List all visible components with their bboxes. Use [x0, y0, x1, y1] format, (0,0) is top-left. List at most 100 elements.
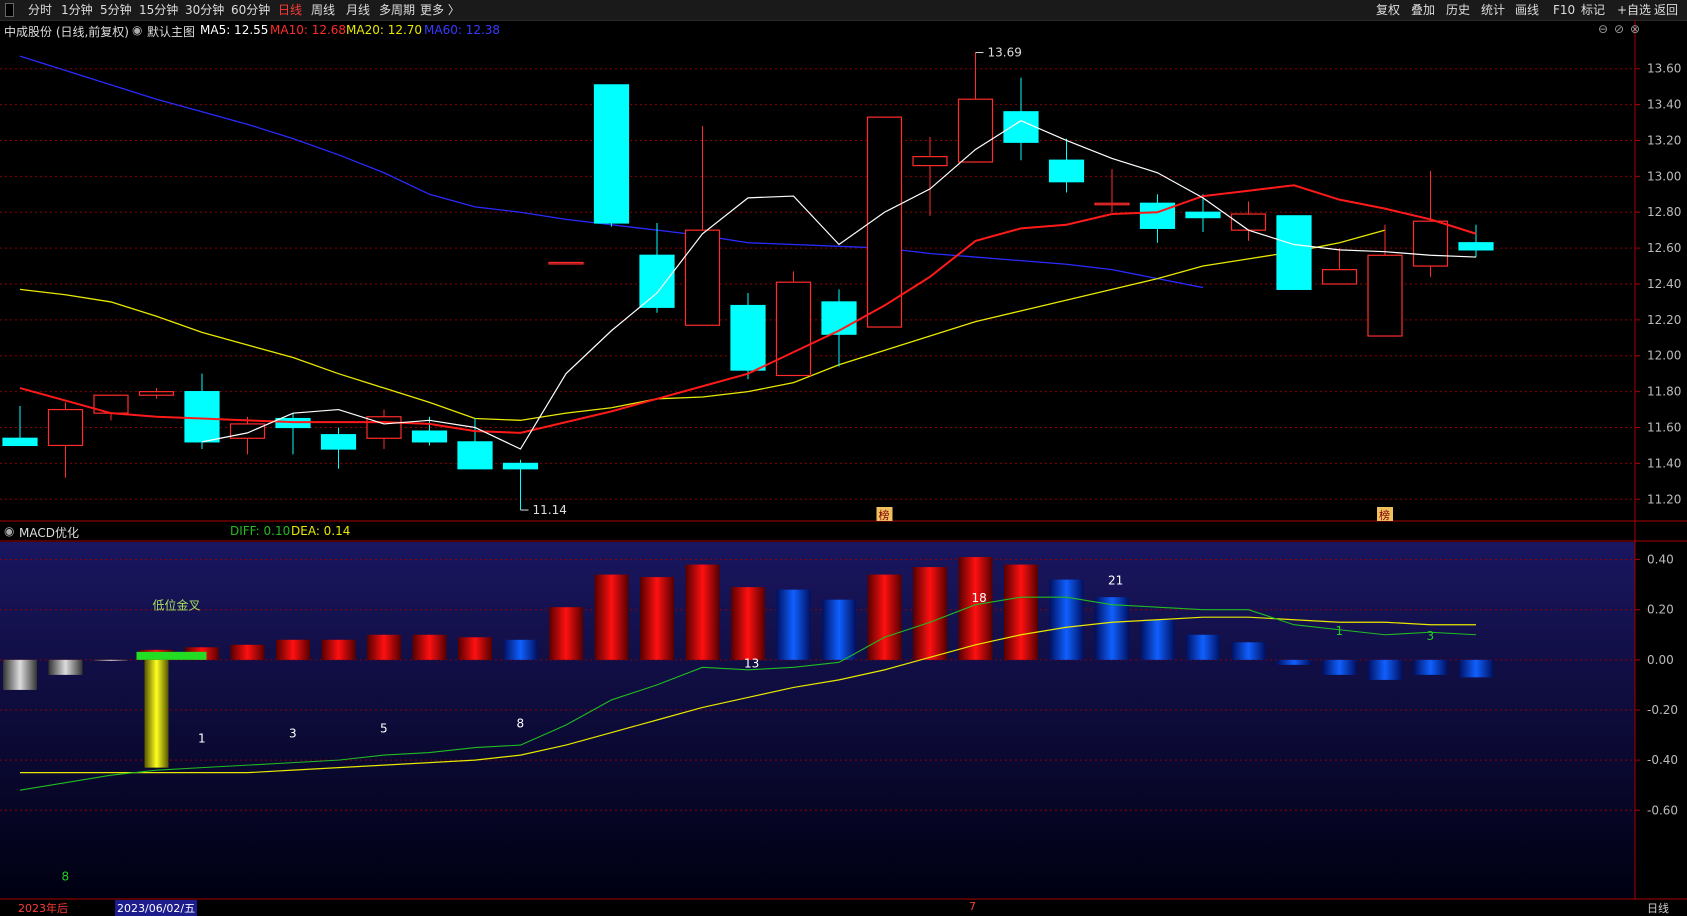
macd-histogram-bar	[3, 659, 37, 690]
macd-tick-label: -0.20	[1647, 703, 1678, 717]
month-mark: 7	[969, 900, 976, 913]
macd-tick-label: 0.00	[1647, 653, 1674, 667]
toolbar-right-7: +自选	[1617, 3, 1651, 17]
candle	[275, 413, 311, 455]
macd-count-label: 3	[1427, 629, 1435, 643]
candle	[1139, 194, 1176, 243]
macd-histogram-bar	[1459, 659, 1493, 678]
toolbar-tab-7: 周线	[311, 3, 335, 17]
macd-histogram-bar	[867, 574, 902, 660]
candle-body	[1094, 202, 1130, 206]
macd-histogram-bar	[503, 639, 538, 660]
ma20-label: MA20: 12.70	[346, 23, 423, 37]
macd-count-label: 18	[972, 591, 987, 605]
price-tick-label: 12.40	[1647, 277, 1681, 291]
stock-title[interactable]: 中成股份 (日线,前复权)	[4, 23, 129, 40]
macd-histogram-bar	[822, 599, 856, 660]
macd-histogram-bar	[276, 639, 310, 660]
toolbar-tab-3: 15分钟	[139, 2, 178, 17]
candle-body	[1321, 269, 1358, 285]
macd-count-label: 21	[1108, 574, 1123, 588]
candle-body	[548, 261, 584, 265]
macd-histogram-bar	[1140, 619, 1175, 660]
bottom-date-bar: 2023年后 2023/06/02/五 7 日线	[0, 900, 1687, 916]
candle	[2, 405, 38, 447]
macd-histogram-bar	[776, 589, 811, 660]
candle-body	[502, 462, 539, 470]
price-tick-label: 13.20	[1647, 133, 1681, 147]
candle-body	[320, 434, 357, 450]
candle	[775, 271, 812, 377]
macd-histogram-bar	[913, 567, 947, 660]
candle-body	[957, 98, 994, 163]
toolbar-tab-1: 1分钟	[61, 2, 93, 17]
price-tick-label: 11.60	[1647, 421, 1681, 435]
dea-label: DEA: 0.14	[291, 524, 351, 538]
candle	[1094, 169, 1130, 213]
candle	[93, 394, 129, 421]
macd-histogram-bar	[458, 637, 492, 660]
close-icon[interactable]: ⊗	[1630, 22, 1640, 36]
toolbar-tab-6: 日线	[278, 3, 302, 17]
template-label[interactable]: 默认主图	[147, 23, 195, 40]
macd-histogram-bar	[94, 659, 128, 661]
macd-count-label: 13	[744, 656, 759, 670]
macd-count-label: 低位金叉	[153, 598, 201, 613]
toolbar-right-2: 历史	[1446, 3, 1470, 17]
macd-histogram-bar	[1095, 597, 1129, 660]
event-marker: 榜	[879, 508, 890, 522]
candle-body	[1412, 220, 1449, 267]
macd-count-label: 1	[198, 732, 206, 746]
toolbar-right-8: 返回	[1654, 3, 1678, 17]
macd-count-label: 3	[289, 727, 297, 741]
ma10-label: MA10: 12.68	[270, 23, 347, 37]
macd-histogram-bar	[640, 577, 674, 660]
candle	[1003, 77, 1039, 161]
low-price-annotation: 11.14	[533, 503, 567, 517]
toolbar-right-1: 叠加	[1411, 3, 1435, 17]
macd-histogram-bar	[367, 634, 401, 660]
macd-histogram-bar	[1413, 659, 1448, 675]
macd-title[interactable]: MACD优化	[19, 524, 79, 541]
candle-body	[2, 437, 38, 447]
chart-canvas: 分时 1分钟 5分钟 15分钟 30分钟 60分钟 日线 周线 月线 多周期 更多 〉 复权 叠加 历史统…	[0, 2, 1687, 900]
candle	[548, 261, 584, 265]
candle-body	[411, 430, 448, 443]
golden-cross-bar	[144, 659, 169, 768]
candle-body	[1003, 111, 1039, 143]
price-tick-label: 11.20	[1647, 492, 1681, 506]
price-tick-label: 13.60	[1647, 62, 1681, 76]
main-chart-info-bar: 中成股份 (日线,前复权) ◉ 默认主图 MA5: 12.55 MA10: 12…	[0, 21, 1630, 39]
macd-tick-label: -0.40	[1647, 753, 1678, 767]
candle-body	[639, 254, 675, 308]
ma60-label: MA60: 12.38	[424, 23, 501, 37]
price-tick-label: 12.20	[1647, 313, 1681, 327]
toolbar-right-4: 画线	[1515, 3, 1539, 17]
candle-body	[866, 116, 903, 328]
macd-histogram-bar	[1049, 579, 1084, 660]
toolbar-tab-8: 月线	[346, 3, 370, 17]
ma5-label: MA5: 12.55	[200, 23, 269, 37]
macd-histogram-bar	[685, 564, 720, 660]
macd-tick-label: 0.40	[1647, 553, 1674, 567]
candle	[138, 388, 175, 399]
restore-icon[interactable]: ⊘	[1614, 22, 1624, 36]
candle-body	[1185, 211, 1221, 219]
candle-body	[821, 301, 857, 335]
macd-histogram-bar	[48, 659, 83, 675]
macd-tick-label: -0.60	[1647, 803, 1678, 817]
toolbar-tab-2: 5分钟	[100, 2, 132, 17]
macd-histogram-bar	[731, 587, 765, 660]
candle	[1276, 215, 1312, 290]
price-tick-label: 12.60	[1647, 241, 1681, 255]
macd-histogram-bar	[321, 639, 356, 660]
minimize-icon[interactable]: ⊖	[1598, 22, 1608, 36]
template-dot-icon: ◉	[132, 23, 143, 37]
event-marker: 榜	[1379, 508, 1390, 522]
macd-histogram-bar	[594, 574, 629, 660]
macd-histogram-bar	[1004, 564, 1038, 660]
candle-body	[1048, 159, 1085, 183]
toolbar-tab-0: 分时	[28, 3, 52, 17]
candle	[593, 84, 630, 227]
candle	[320, 427, 357, 469]
